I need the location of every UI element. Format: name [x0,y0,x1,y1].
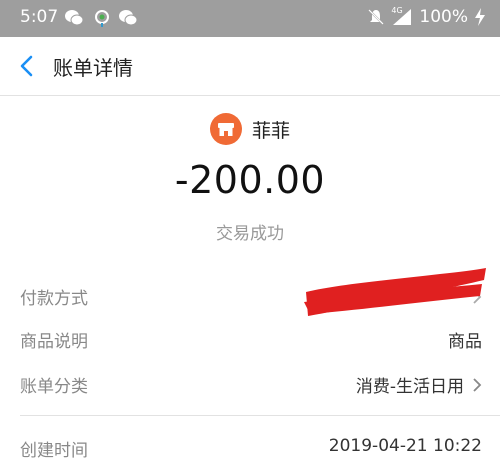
network-type-label: 4G [391,6,403,15]
status-bar: 5:07 4G 100% [0,0,500,37]
redaction-scribble [304,268,486,316]
merchant-info: 菲菲 [0,113,500,145]
section-divider [20,415,500,416]
description-label: 商品说明 [20,332,88,352]
payment-method-label: 付款方式 [20,289,88,309]
shop-icon [209,113,242,145]
created-time-text: 2019-04-21 10:22 [328,436,482,456]
wechat-icon [119,10,138,26]
page-title: 账单详情 [53,56,133,80]
chevron-right-icon [473,377,482,392]
charging-icon [475,8,485,26]
category-text: 消费-生活日用 [355,377,464,397]
transaction-amount: -200.00 [174,158,326,202]
description-value: 商品 [448,327,482,352]
signal-icon: 4G [391,6,413,26]
status-time: 5:07 [20,7,59,27]
description-text: 商品 [448,332,482,352]
merchant-name: 菲菲 [251,119,290,142]
mute-icon [368,9,385,25]
status-right-group: 4G 100% [367,6,486,27]
app-notification-icon [95,10,109,27]
created-time-value: 2019-04-21 10:22 [329,436,482,456]
description-row: 商品说明 商品 [20,325,482,355]
created-time-label: 创建时间 [20,441,88,461]
battery-percent: 100% [419,7,468,27]
category-row[interactable]: 账单分类 消费-生活日用 [20,370,482,400]
created-time-row: 创建时间 2019-04-21 10:22 [20,434,482,464]
category-label: 账单分类 [20,377,88,397]
wechat-icon [65,10,84,26]
back-arrow-icon[interactable] [14,53,40,79]
category-value[interactable]: 消费-生活日用 [356,372,482,397]
transaction-status: 交易成功 [216,224,284,244]
app-header: 账单详情 [0,37,500,96]
